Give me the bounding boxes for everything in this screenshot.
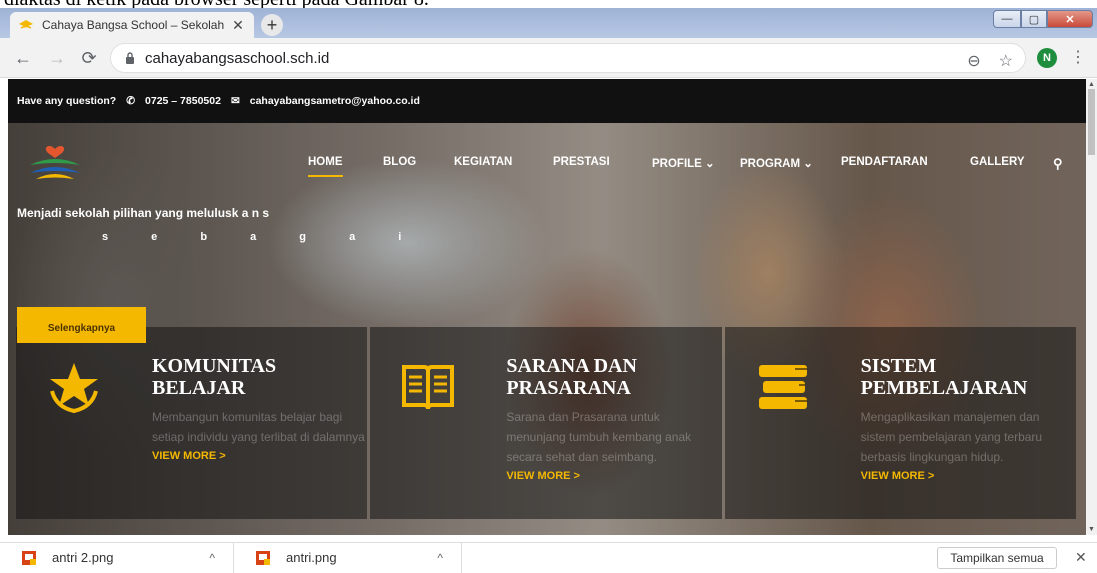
window-close-button[interactable]: ✕ [1047, 10, 1093, 28]
nav-profile-label: PROFILE [652, 158, 702, 170]
download-filename: antri.png [286, 550, 337, 565]
card-description: Mengaplikasikan manajemen dan sistem pem… [860, 410, 1043, 464]
page-scrollbar[interactable]: ▲ ▼ [1086, 79, 1097, 535]
nav-blog[interactable]: BLOG [383, 156, 416, 168]
card-title-line2: PRASARANA [506, 377, 631, 399]
download-bar: antri 2.png ^ antri.png ^ Tampilkan semu… [0, 542, 1097, 573]
nav-prestasi[interactable]: PRESTASI [553, 156, 610, 168]
card-title-line1: SARANA DAN [506, 355, 637, 377]
nav-home[interactable]: HOME [308, 156, 343, 177]
back-button[interactable]: ← [12, 48, 34, 69]
chevron-up-icon[interactable]: ^ [209, 551, 215, 565]
nav-gallery[interactable]: GALLERY [970, 156, 1025, 168]
phone-number[interactable]: 0725 – 7850502 [145, 95, 221, 107]
image-file-icon [22, 550, 36, 565]
view-more-link[interactable]: VIEW MORE > [506, 470, 721, 482]
page-viewport: Have any question? ✆ 0725 – 7850502 ✉ ca… [8, 79, 1086, 535]
card-title-line2: BELAJAR [152, 377, 246, 399]
card-description: Sarana dan Prasarana untuk menunjang tum… [506, 410, 692, 464]
lock-icon [126, 52, 134, 64]
profile-avatar[interactable]: N [1037, 48, 1057, 68]
browser-tab-bar: Cahaya Bangsa School – Sekolah ✕ + — ▢ ✕ [0, 8, 1097, 38]
view-more-link[interactable]: VIEW MORE > [152, 450, 367, 462]
browser-menu-icon[interactable]: ⋮ [1070, 47, 1086, 67]
feature-cards: KOMUNITAS BELAJAR Membangun komunitas bel… [16, 327, 1076, 519]
tab-close-button[interactable]: ✕ [230, 17, 246, 34]
phone-icon: ✆ [126, 95, 136, 107]
maximize-button[interactable]: ▢ [1021, 10, 1047, 28]
reload-button[interactable]: ⟳ [78, 48, 100, 69]
close-icon[interactable]: ✕ [1075, 549, 1087, 566]
read-more-button[interactable]: Selengkapnya [17, 307, 146, 343]
question-label: Have any question? [17, 95, 117, 107]
main-navigation: HOME BLOG KEGIATAN PRESTASI PROFILE ⌄ PR… [8, 156, 1086, 180]
browser-tab[interactable]: Cahaya Bangsa School – Sekolah ✕ [10, 12, 254, 38]
tab-title: Cahaya Bangsa School – Sekolah [42, 18, 225, 32]
url-text: cahayabangsaschool.sch.id [145, 49, 330, 67]
contact-top-bar: Have any question? ✆ 0725 – 7850502 ✉ ca… [8, 79, 1086, 123]
nav-pendaftaran[interactable]: PENDAFTARAN [841, 156, 928, 168]
card-title-line1: KOMUNITAS [152, 355, 277, 377]
download-item[interactable]: antri.png ^ [234, 542, 462, 573]
view-more-link[interactable]: VIEW MORE > [861, 470, 1076, 482]
nav-profile[interactable]: PROFILE ⌄ [652, 156, 715, 170]
scrollbar-thumb[interactable] [1088, 89, 1095, 155]
window-controls: — ▢ ✕ [993, 10, 1093, 28]
card-title-line1: SISTEM [860, 355, 937, 377]
scroll-up-icon[interactable]: ▲ [1088, 81, 1095, 88]
new-tab-button[interactable]: + [261, 14, 283, 36]
email-address[interactable]: cahayabangsametro@yahoo.co.id [250, 95, 420, 107]
star-laurel-icon [50, 363, 98, 413]
site-favicon-icon [19, 20, 33, 29]
hero-section: HOME BLOG KEGIATAN PRESTASI PROFILE ⌄ PR… [8, 123, 1086, 535]
forward-button[interactable]: → [46, 48, 68, 69]
show-all-downloads-button[interactable]: Tampilkan semua [937, 547, 1057, 569]
address-bar: ← → ⟳ cahayabangsaschool.sch.id ⊖ ☆ N ⋮ [0, 38, 1097, 78]
nav-program[interactable]: PROGRAM ⌄ [740, 156, 813, 170]
download-filename: antri 2.png [52, 550, 114, 565]
url-input[interactable]: cahayabangsaschool.sch.id ⊖ ☆ [110, 43, 1026, 73]
book-stack-icon [758, 365, 807, 409]
search-icon[interactable]: ⚲ [1053, 156, 1063, 172]
feature-card: SARANA DAN PRASARANA Sarana dan Prasarana… [370, 327, 722, 519]
chevron-down-icon: ⌄ [803, 158, 813, 170]
chevron-up-icon[interactable]: ^ [437, 551, 443, 565]
card-title-line2: PEMBELAJARAN [860, 377, 1028, 399]
feature-card: SISTEM PEMBELAJARAN Mengaplikasikan manaj… [724, 327, 1076, 519]
nav-program-label: PROGRAM [740, 158, 801, 170]
zoom-icon[interactable]: ⊖ [967, 51, 980, 71]
email-icon: ✉ [230, 95, 240, 107]
card-description: Membangun komunitas belajar bagi setiap … [152, 410, 365, 444]
download-item[interactable]: antri 2.png ^ [0, 542, 234, 573]
hero-tagline-animated: s e b a g a i [102, 231, 422, 243]
scroll-down-icon[interactable]: ▼ [1088, 526, 1095, 533]
minimize-button[interactable]: — [993, 10, 1021, 28]
hero-tagline: Menjadi sekolah pilihan yang melulusk a … [17, 206, 270, 220]
feature-card: KOMUNITAS BELAJAR Membangun komunitas bel… [16, 327, 368, 519]
image-file-icon [256, 550, 270, 565]
open-book-icon [402, 365, 455, 410]
bookmark-star-icon[interactable]: ☆ [999, 51, 1013, 71]
nav-kegiatan[interactable]: KEGIATAN [454, 156, 512, 168]
chevron-down-icon: ⌄ [705, 158, 715, 170]
